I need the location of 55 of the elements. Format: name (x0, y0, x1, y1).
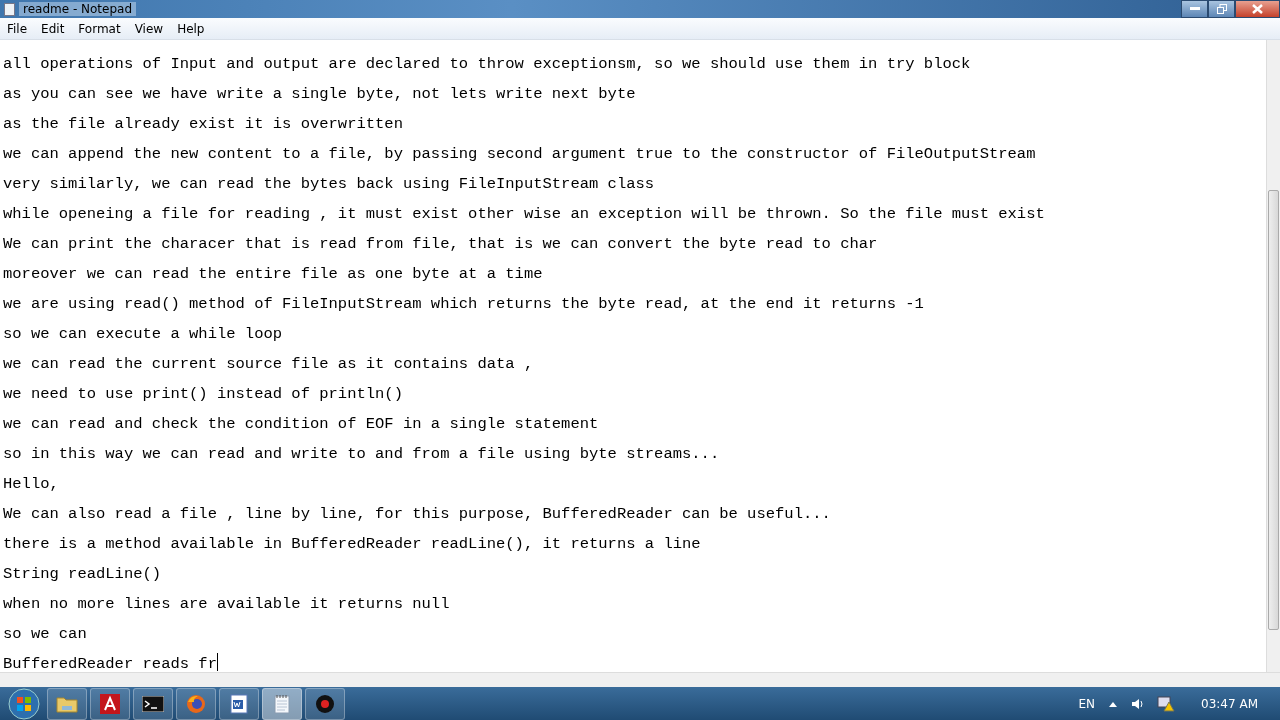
menu-item[interactable]: Help (170, 21, 212, 36)
language-indicator[interactable]: EN (1078, 697, 1096, 711)
text-line: as the file already exist it is overwritten (3, 114, 403, 135)
text-line: all operations of Input and output are declared to throw exceptionsm, so we should use them in try block (3, 54, 971, 75)
menu-item[interactable]: Edit (34, 21, 72, 36)
text-line: moreover we can read the entire file as one byte at a time (3, 264, 543, 285)
network-warning-icon[interactable] (1157, 696, 1176, 712)
restore-button[interactable] (1208, 0, 1235, 18)
vertical-scrollbar[interactable] (1266, 40, 1280, 672)
folder-icon (56, 695, 78, 713)
text-line: when no more lines are available it returns null (3, 594, 450, 615)
text-line: We can print the characer that is read from file, that is we can convert the byte read to char (3, 234, 878, 255)
globe-icon (186, 694, 206, 714)
minimize-icon (1189, 7, 1200, 11)
horizontal-scrollbar[interactable] (0, 672, 1280, 687)
menu-item[interactable]: Format (71, 21, 128, 36)
text-line: we are using read() method of FileInputStream which returns the byte read, at the end it returns -1 (3, 294, 924, 315)
text-line: while openeing a file for reading , it must exist other wise an exception will be thrown. So the file must exist (3, 204, 1045, 225)
window-title: readme - Notepad (19, 2, 137, 16)
caret-up-icon[interactable] (1109, 701, 1118, 707)
text-line: we need to use print() instead of println() (3, 384, 403, 405)
text-line: we can read the current source file as it contains data , (3, 354, 534, 375)
taskbar-app[interactable] (47, 688, 87, 720)
text-line: we can append the new content to a file, by passing second argument true to the constructor of FileOutputStream (3, 144, 1036, 165)
menu-item[interactable]: View (127, 21, 171, 36)
restore-icon (1216, 4, 1227, 14)
document-icon (229, 694, 249, 714)
close-button[interactable] (1235, 0, 1280, 18)
notepad-icon (4, 2, 15, 16)
taskbar-app[interactable] (219, 688, 259, 720)
taskbar-app[interactable] (90, 688, 130, 720)
speaker-icon[interactable] (1131, 698, 1144, 710)
text-line: so we can execute a while loop (3, 324, 283, 345)
scrollbar-thumb[interactable] (1268, 190, 1279, 630)
notepad-icon (273, 694, 291, 714)
record-icon (315, 694, 335, 714)
start-orb-icon (8, 688, 40, 720)
text-line: we can read and check the condition of EOF in a single statement (3, 414, 599, 435)
text-line: there is a method available in BufferedReader readLine(), it returns a line (3, 534, 701, 555)
text-line: Hello, (3, 474, 59, 495)
clock[interactable]: 03:47 AM (1201, 697, 1258, 711)
text-line: so in this way we can read and write to and from a file using byte streams... (3, 444, 720, 465)
text-line: so we can (3, 624, 87, 645)
text-line: very similarly, we can read the bytes back using FileInputStream class (3, 174, 655, 195)
text-line: as you can see we have write a single byte, not lets write next byte (3, 84, 636, 105)
text-line: String readLine() (3, 564, 162, 585)
taskbar-app[interactable] (305, 688, 345, 720)
taskbar-app[interactable] (133, 688, 173, 720)
console-icon (142, 696, 164, 712)
text-line: We can also read a file , line by line, for this purpose, BufferedReader can be useful... (3, 504, 831, 525)
menu-item[interactable]: File (0, 21, 35, 36)
close-icon (1252, 4, 1263, 14)
text-line: BufferedReader reads fr (3, 652, 218, 672)
minimize-button[interactable] (1181, 0, 1208, 18)
pdf-icon (100, 694, 120, 714)
